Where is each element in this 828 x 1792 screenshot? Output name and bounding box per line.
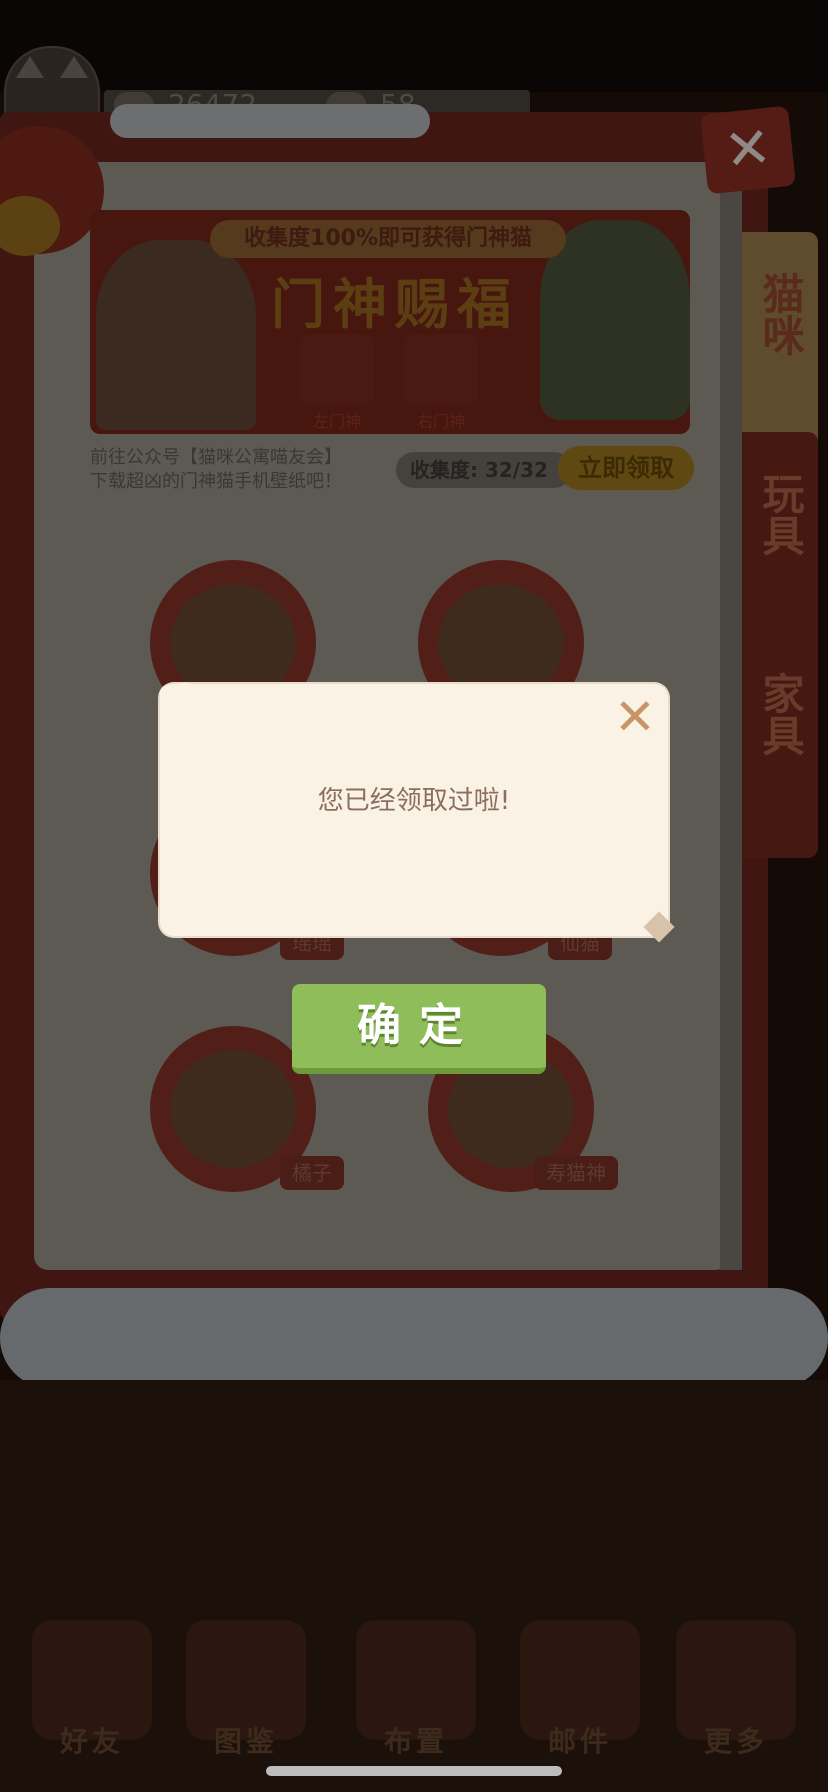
cat-name-label: 寿猫神 <box>534 1156 618 1190</box>
dialog-close-icon[interactable]: ✕ <box>612 692 658 742</box>
banner-ribbon: 收集度100%即可获得门神猫 <box>210 220 566 258</box>
collection-progress: 收集度: 32/32 <box>396 452 572 488</box>
nav-more-label: 更多 <box>703 1725 768 1758</box>
status-area <box>0 0 828 92</box>
nav-friends-label: 好友 <box>59 1725 124 1758</box>
book-spine <box>720 162 742 1270</box>
banner-description: 前往公众号【猫咪公寓喵友会】 下载超凶的门神猫手机壁纸吧！ <box>90 447 342 492</box>
left-door-flag-icon <box>300 334 374 404</box>
left-door-label: 左门神 <box>312 412 361 431</box>
nav-decorate-label: 布置 <box>383 1725 448 1758</box>
home-indicator[interactable] <box>266 1766 562 1776</box>
snow-decoration-bottom <box>0 1288 828 1388</box>
tab-cats[interactable]: 猫咪 <box>742 232 818 458</box>
book-close-button[interactable]: ✕ <box>700 105 796 195</box>
nav-catalog-label: 图鉴 <box>213 1725 278 1758</box>
right-door-label: 右门神 <box>416 412 465 431</box>
claim-button[interactable]: 立即领取 <box>558 446 694 490</box>
confirm-button[interactable]: 确定 <box>292 984 546 1074</box>
right-door-flag-icon <box>404 334 478 404</box>
snow-decoration-top <box>110 104 430 138</box>
nav-mail-label: 邮件 <box>547 1725 612 1758</box>
door-god-cat-right-image <box>540 220 690 420</box>
banner-title: 门神赐福 <box>271 273 519 336</box>
dialog-message: 您已经领取过啦! <box>317 786 511 816</box>
cat-name-label: 橘子 <box>280 1156 344 1190</box>
door-god-cat-left-image <box>96 240 256 430</box>
tab-furniture[interactable]: 家具 <box>742 632 818 858</box>
tab-toys[interactable]: 玩具 <box>742 432 818 658</box>
